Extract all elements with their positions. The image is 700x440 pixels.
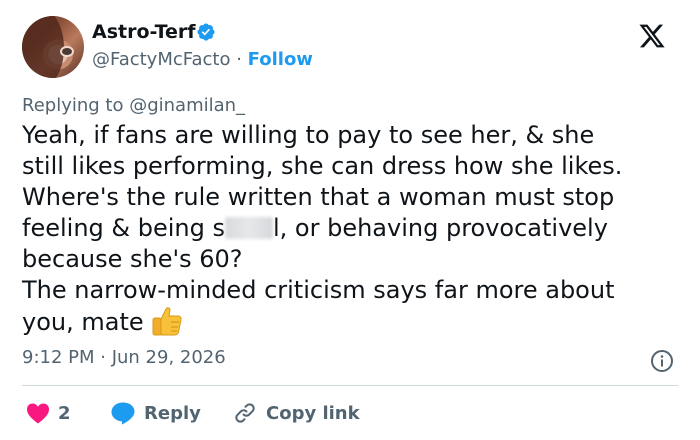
link-icon — [235, 403, 255, 423]
avatar[interactable] — [22, 16, 84, 78]
reply-label: Reply — [144, 402, 201, 424]
author-handle[interactable]: @FactyMcFacto — [92, 49, 230, 70]
handle-separator: · — [236, 49, 242, 70]
reply-button[interactable]: Reply — [110, 398, 201, 428]
tweet-timestamp[interactable]: 9:12 PM · Jun 29, 2026 — [22, 346, 226, 370]
tweet-line-part: l, or behaving provocatively — [272, 214, 608, 242]
tweet-line: still likes performing, she can dress ho… — [22, 152, 623, 180]
censor-blur — [224, 217, 273, 239]
heart-icon — [27, 403, 49, 424]
like-count: 2 — [58, 402, 71, 424]
tweet-line: The narrow-minded criticism says far mor… — [22, 276, 615, 304]
tweet-line-part: feeling & being s — [22, 214, 225, 242]
copy-link-button[interactable]: Copy link — [232, 398, 360, 428]
avatar-eye — [60, 46, 74, 57]
copy-link-label: Copy link — [266, 402, 360, 424]
action-bar: 2 Reply Copy link — [22, 398, 678, 428]
tweet-line: because she's 60? — [22, 245, 243, 273]
tweet-line: Yeah, if fans are willing to pay to see … — [22, 121, 595, 149]
reply-bubble-icon — [111, 402, 135, 425]
tweet-line: feeling & being s l, or behaving provocat… — [22, 213, 682, 244]
replying-mention[interactable]: @ginamilan_ — [129, 95, 245, 116]
handle-row: @FactyMcFacto · Follow — [92, 48, 313, 72]
verified-badge-icon — [197, 23, 215, 41]
replying-prefix: Replying to — [22, 95, 130, 116]
tweet-line: you, mate — [22, 306, 682, 338]
divider — [22, 385, 678, 386]
thumbs-up-emoji — [152, 307, 182, 336]
like-button[interactable]: 2 — [26, 398, 71, 428]
follow-button[interactable]: Follow — [248, 49, 313, 70]
info-icon[interactable] — [650, 349, 674, 373]
avatar-hair — [22, 16, 64, 78]
x-logo-icon[interactable] — [637, 22, 667, 50]
tweet-line-part: you, mate — [22, 308, 144, 336]
tweet-card: Astro-Terf @FactyMcFacto · Follow Replyi… — [0, 0, 700, 440]
tweet-text: Yeah, if fans are willing to pay to see … — [22, 120, 682, 338]
author-display-name[interactable]: Astro-Terf — [92, 20, 196, 44]
tweet-line: Where's the rule written that a woman mu… — [22, 183, 615, 211]
replying-to: Replying to @ginamilan_ — [22, 94, 245, 118]
